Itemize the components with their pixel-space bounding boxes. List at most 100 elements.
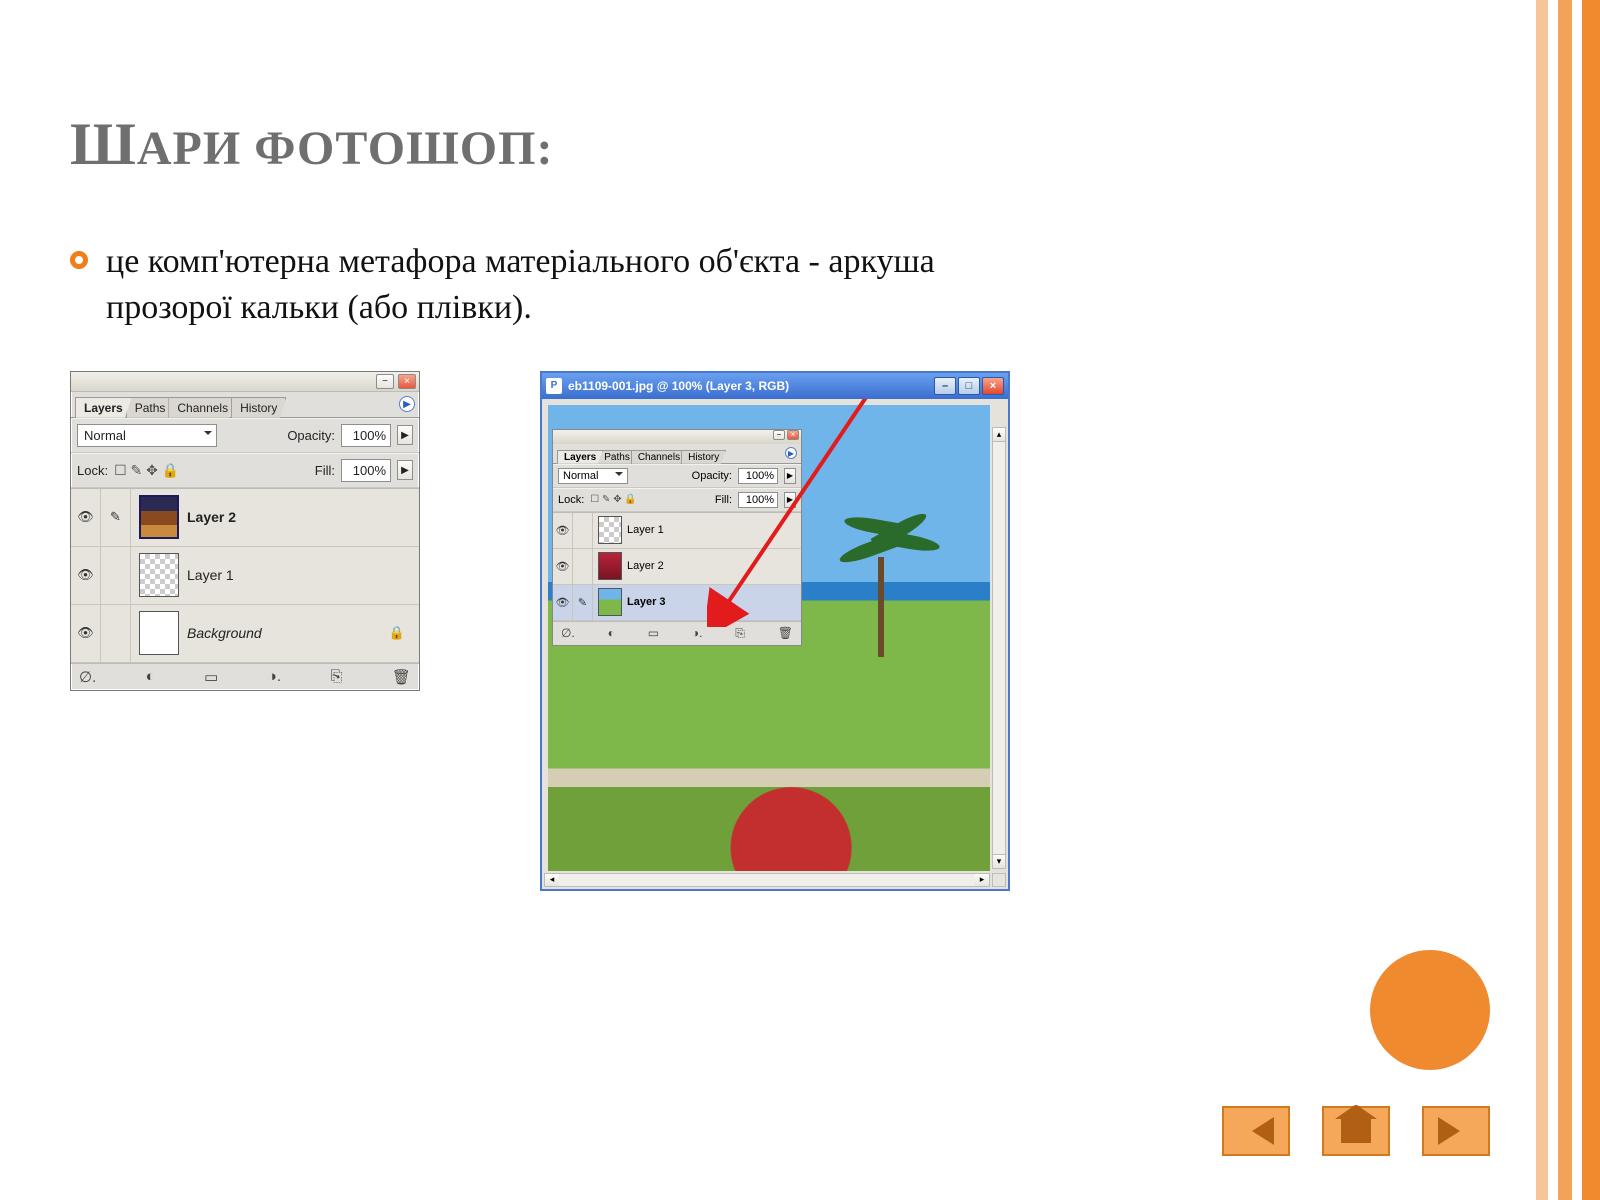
fx-icon[interactable]: ∅.	[561, 626, 575, 641]
next-slide-button[interactable]	[1422, 1106, 1490, 1156]
blend-opacity-row: Normal Opacity: 100% ▶	[71, 418, 419, 453]
layers-panel-left: − × Layers Paths Channels History ▶ Norm…	[70, 371, 420, 691]
fill-flyout-icon[interactable]: ▶	[397, 460, 413, 480]
folder-icon[interactable]: ▭	[204, 668, 218, 686]
layer-name[interactable]: Layer 3	[627, 596, 666, 608]
layers-toolbar: ∅. ◐ ▭ ◑. ⎘ 🗑	[71, 663, 419, 690]
layer-name[interactable]: Layer 2	[187, 509, 236, 525]
fill-value[interactable]: 100%	[738, 492, 778, 508]
folder-icon[interactable]: ▭	[648, 626, 659, 641]
adjustment-icon[interactable]: ◑.	[692, 626, 703, 641]
tab-layers[interactable]: Layers	[75, 397, 132, 418]
layer-row[interactable]: 👁 Layer 2	[553, 549, 801, 585]
visibility-toggle-icon[interactable]: 👁	[71, 547, 101, 604]
trash-icon[interactable]: 🗑	[778, 626, 793, 641]
new-layer-icon[interactable]: ⎘	[735, 626, 745, 641]
panel-menu-icon[interactable]: ▶	[785, 447, 797, 459]
tab-history[interactable]: History	[681, 450, 726, 464]
mini-layers-toolbar: ∅. ◐ ▭ ◑. ⎘ 🗑	[553, 621, 801, 645]
layer-row[interactable]: 👁 Background 🔒	[71, 605, 419, 663]
opacity-label: Opacity:	[692, 470, 732, 482]
canvas-area[interactable]: − × Layers Paths Channels History ▶ Norm…	[542, 399, 1008, 889]
home-slide-button[interactable]	[1322, 1106, 1390, 1156]
new-layer-icon[interactable]: ⎘	[330, 668, 342, 686]
lock-label: Lock:	[77, 463, 108, 478]
trash-icon[interactable]: 🗑	[392, 668, 411, 686]
tab-paths[interactable]: Paths	[126, 397, 175, 418]
close-button[interactable]: ×	[398, 374, 416, 389]
lock-icon: 🔒	[389, 625, 405, 641]
layer-name[interactable]: Background	[187, 625, 262, 641]
panel-menu-icon[interactable]: ▶	[399, 396, 415, 412]
opacity-flyout-icon[interactable]: ▶	[397, 425, 413, 445]
layer-thumbnail[interactable]	[139, 611, 179, 655]
opacity-value[interactable]: 100%	[738, 468, 778, 484]
visibility-toggle-icon[interactable]: 👁	[553, 513, 573, 548]
lock-controls[interactable]: ☐ ✎ ✥ 🔒	[114, 462, 179, 479]
layer-name[interactable]: Layer 1	[187, 567, 234, 583]
adjustment-icon[interactable]: ◑.	[268, 668, 281, 686]
layer-thumbnail[interactable]	[139, 553, 179, 597]
tab-channels[interactable]: Channels	[168, 397, 237, 418]
blend-mode-dropdown[interactable]: Normal	[558, 468, 628, 484]
minimize-button[interactable]: −	[376, 374, 394, 389]
scroll-right-icon[interactable]: ▸	[975, 874, 989, 886]
scroll-left-icon[interactable]: ◂	[545, 874, 559, 886]
lock-controls[interactable]: ☐ ✎ ✥ 🔒	[590, 494, 637, 505]
prev-slide-button[interactable]	[1222, 1106, 1290, 1156]
visibility-toggle-icon[interactable]: 👁	[553, 549, 573, 584]
mask-icon[interactable]: ◐	[608, 626, 615, 641]
bullet-text: це комп'ютерна метафора матеріального об…	[106, 239, 1050, 331]
layer-thumbnail[interactable]	[598, 516, 622, 544]
visibility-toggle-icon[interactable]: 👁	[553, 585, 573, 620]
visibility-toggle-icon[interactable]: 👁	[71, 605, 101, 662]
decoration-circle	[1370, 950, 1490, 1070]
document-window: P eb1109-001.jpg @ 100% (Layer 3, RGB) –…	[540, 371, 1010, 891]
bullet-marker-icon	[70, 251, 88, 269]
scroll-down-icon[interactable]: ▾	[993, 854, 1005, 868]
vertical-scrollbar[interactable]: ▴ ▾	[992, 427, 1006, 869]
horizontal-scrollbar[interactable]: ◂ ▸	[544, 873, 990, 887]
minimize-button[interactable]: –	[934, 377, 956, 395]
minimize-button[interactable]: −	[773, 430, 785, 440]
scroll-up-icon[interactable]: ▴	[993, 428, 1005, 442]
floating-layers-panel[interactable]: − × Layers Paths Channels History ▶ Norm…	[552, 429, 802, 646]
fill-flyout-icon[interactable]: ▶	[784, 492, 796, 508]
brush-link-icon[interactable]: ✎	[101, 489, 131, 546]
resize-handle-icon[interactable]	[992, 873, 1006, 887]
maximize-button[interactable]: □	[958, 377, 980, 395]
arrow-right-icon	[1438, 1117, 1474, 1145]
tab-channels[interactable]: Channels	[631, 450, 687, 464]
fx-icon[interactable]: ∅.	[79, 668, 96, 686]
home-icon	[1341, 1119, 1371, 1143]
opacity-value[interactable]: 100%	[341, 424, 391, 447]
close-button[interactable]: ×	[982, 377, 1004, 395]
opacity-flyout-icon[interactable]: ▶	[784, 468, 796, 484]
tab-layers[interactable]: Layers	[557, 450, 603, 464]
mini-tabs: Layers Paths Channels History ▶	[553, 444, 801, 464]
layers-list: 👁 ✎ Layer 2 👁 Layer 1 👁 Background �	[71, 488, 419, 663]
tab-history[interactable]: History	[231, 397, 286, 418]
fill-label: Fill:	[715, 494, 732, 506]
blend-mode-dropdown[interactable]: Normal	[77, 424, 217, 447]
brush-link-icon[interactable]	[101, 605, 131, 662]
document-title: eb1109-001.jpg @ 100% (Layer 3, RGB)	[568, 379, 789, 393]
brush-link-icon[interactable]	[101, 547, 131, 604]
mask-icon[interactable]: ◐	[146, 668, 155, 686]
layer-thumbnail[interactable]	[139, 495, 179, 539]
layer-name[interactable]: Layer 2	[627, 560, 664, 572]
layer-thumbnail[interactable]	[598, 588, 622, 616]
visibility-toggle-icon[interactable]: 👁	[71, 489, 101, 546]
side-decoration	[1536, 0, 1600, 1200]
document-titlebar[interactable]: P eb1109-001.jpg @ 100% (Layer 3, RGB) –…	[542, 373, 1008, 399]
layer-row[interactable]: 👁 ✎ Layer 2	[71, 489, 419, 547]
close-button[interactable]: ×	[787, 430, 799, 440]
layer-row[interactable]: 👁 Layer 1	[71, 547, 419, 605]
page-title: ШАРИ ФОТОШОП:	[70, 110, 1480, 179]
layer-row[interactable]: 👁 Layer 1	[553, 513, 801, 549]
fill-value[interactable]: 100%	[341, 459, 391, 482]
layer-name[interactable]: Layer 1	[627, 524, 664, 536]
layer-thumbnail[interactable]	[598, 552, 622, 580]
layer-row-selected[interactable]: 👁 ✎ Layer 3	[553, 585, 801, 621]
brush-link-icon[interactable]: ✎	[573, 585, 593, 620]
